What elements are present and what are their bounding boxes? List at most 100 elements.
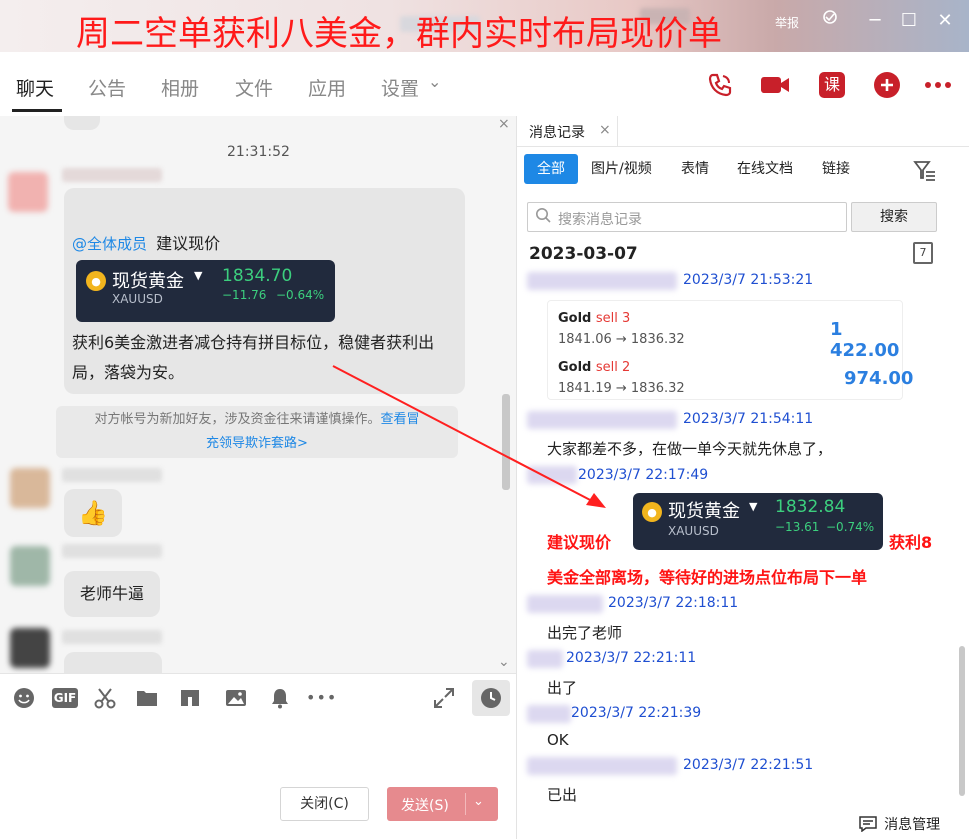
- annotation-suggest: 建议现价: [547, 533, 612, 552]
- send-options-chevron-icon[interactable]: ⌄: [473, 794, 484, 809]
- profit-text-line: 局，落袋为安。: [72, 363, 185, 382]
- fraud-guide-link[interactable]: 查看冒: [381, 412, 420, 427]
- history-search-input[interactable]: 搜索消息记录: [527, 202, 847, 232]
- image-icon[interactable]: [224, 686, 248, 710]
- close-button[interactable]: 关闭(C): [280, 787, 369, 821]
- send-divider: [465, 793, 466, 815]
- video-call-icon[interactable]: [758, 68, 792, 102]
- message-history-pane: 消息记录 × 全部 图片/视频 表情 在线文档 链接 搜索消息记录 搜索 202…: [517, 116, 969, 839]
- suggest-text: 建议现价: [156, 234, 221, 253]
- expand-icon[interactable]: ⌄: [498, 654, 510, 670]
- avatar[interactable]: [10, 546, 50, 586]
- filter-stickers[interactable]: 表情: [681, 154, 709, 184]
- blurred-sender-name: [527, 705, 571, 723]
- gold-name: 现货黄金: [112, 271, 184, 292]
- report-link[interactable]: 举报: [775, 14, 799, 31]
- history-clock-icon[interactable]: [472, 680, 510, 716]
- entry-timestamp: 2023/3/7 21:53:21: [683, 272, 814, 288]
- document-icon[interactable]: [178, 686, 202, 710]
- course-label: 课: [819, 72, 845, 98]
- calendar-icon[interactable]: 7: [913, 242, 933, 264]
- tab-chat[interactable]: 聊天: [16, 74, 54, 101]
- course-icon[interactable]: 课: [815, 68, 849, 102]
- history-message: 出了: [547, 679, 578, 697]
- more-options-icon[interactable]: [921, 68, 955, 102]
- history-date: 2023-03-07: [529, 244, 638, 264]
- settings-icon[interactable]: [815, 8, 845, 31]
- avatar[interactable]: [10, 468, 50, 508]
- gold-quote-card[interactable]: ● 现货黄金 ▼ 1834.70 XAUUSD −11.76 −0.64%: [76, 260, 335, 322]
- message-input[interactable]: [0, 721, 516, 839]
- tab-files[interactable]: 文件: [235, 74, 273, 101]
- history-scrollbar[interactable]: [959, 646, 965, 796]
- emoji-icon[interactable]: [12, 686, 36, 710]
- chevron-down-icon[interactable]: ⌄: [428, 72, 441, 91]
- tab-announcement[interactable]: 公告: [88, 74, 126, 101]
- tab-album[interactable]: 相册: [161, 74, 199, 101]
- fraud-guide-link-2[interactable]: 充领导欺诈套路>: [56, 432, 458, 456]
- blurred-sender-name: [62, 630, 162, 644]
- blurred-sender-name: [62, 168, 162, 182]
- blurred-sender-name: [527, 272, 677, 290]
- blurred-sender-name: [62, 544, 162, 558]
- chat-scrollbar[interactable]: [502, 394, 510, 490]
- mention-all[interactable]: @全体成员: [72, 235, 147, 253]
- message-manage[interactable]: 消息管理: [859, 814, 940, 834]
- expand-input-icon[interactable]: [432, 686, 456, 710]
- avatar[interactable]: [10, 628, 50, 668]
- filter-options-icon[interactable]: [913, 160, 937, 186]
- add-icon[interactable]: [870, 68, 904, 102]
- scissors-icon[interactable]: [93, 686, 117, 710]
- tab-separator: [617, 116, 618, 146]
- gold-coin-icon: ●: [642, 502, 662, 522]
- trade-range: 1841.19 → 1836.32: [558, 381, 685, 396]
- trade-asset: Gold: [558, 360, 592, 375]
- gold-symbol: XAUUSD: [112, 292, 163, 306]
- trade-value: 1 422.00: [830, 319, 900, 361]
- gold-coin-icon: ●: [86, 271, 106, 291]
- trade-side: sell 3: [595, 311, 631, 326]
- history-tab[interactable]: 消息记录: [529, 122, 585, 142]
- avatar[interactable]: [8, 172, 48, 212]
- collapse-icon[interactable]: ×: [498, 116, 510, 132]
- filter-docs[interactable]: 在线文档: [737, 154, 793, 184]
- maximize-button[interactable]: ☐: [894, 10, 924, 31]
- dropdown-caret-icon: ▼: [194, 269, 203, 282]
- entry-timestamp: 2023/3/7 21:54:11: [683, 411, 814, 427]
- search-button[interactable]: 搜索: [851, 202, 937, 232]
- trade-result-card: Gold sell 3 1841.06 → 1836.32 1 422.00 G…: [547, 300, 913, 400]
- annotation-exit: 美金全部离场，等待好的进场点位布局下一单: [547, 568, 868, 587]
- tab-settings[interactable]: 设置: [381, 74, 419, 101]
- more-tools-icon[interactable]: •••: [306, 686, 336, 710]
- history-tab-close-icon[interactable]: ×: [599, 122, 611, 138]
- folder-icon[interactable]: [135, 686, 159, 710]
- trade-value: 974.00: [844, 368, 914, 389]
- chat-messages-pane[interactable]: × 21:31:52 @全体成员 建议现价 ● 现货黄金 ▼ 1834.70 X…: [0, 116, 516, 673]
- message-time: 21:31:52: [227, 144, 290, 160]
- gold-price: 1834.70: [222, 266, 293, 286]
- history-message: 大家都差不多，在做一单今天就先休息了，: [547, 440, 833, 458]
- tab-underline: [517, 146, 969, 147]
- filter-media[interactable]: 图片/视频: [591, 154, 652, 184]
- gold-symbol: XAUUSD: [668, 524, 719, 538]
- bell-icon[interactable]: [268, 686, 292, 710]
- trade-label: Gold sell 2: [558, 360, 630, 375]
- phone-call-icon[interactable]: [703, 68, 737, 102]
- filter-links[interactable]: 链接: [822, 154, 850, 184]
- minimize-button[interactable]: ─: [860, 10, 890, 31]
- gold-change: −13.61: [775, 520, 820, 534]
- history-message: 已出: [547, 786, 578, 804]
- send-button[interactable]: 发送(S) ⌄: [387, 787, 498, 821]
- gold-quote-card[interactable]: ● 现货黄金 ▼ 1832.84 XAUUSD −13.61 −0.74%: [633, 493, 883, 550]
- tab-apps[interactable]: 应用: [308, 74, 346, 101]
- filter-all[interactable]: 全部: [524, 154, 578, 184]
- gif-icon[interactable]: GIF: [52, 688, 78, 708]
- trade-label: Gold sell 3: [558, 311, 630, 326]
- group-nav: 聊天 公告 相册 文件 应用 设置 ⌄ 课: [0, 52, 969, 116]
- entry-timestamp: 2023/3/7 22:21:51: [683, 757, 814, 773]
- blurred-sender-name: [527, 466, 577, 484]
- mention-line: @全体成员 建议现价: [72, 230, 220, 254]
- close-window-button[interactable]: ✕: [930, 10, 960, 31]
- blurred-sender-name: [527, 411, 677, 429]
- profit-text-line: 获利6美金激进者减仓持有拼目标位，稳健者获利出: [72, 333, 435, 352]
